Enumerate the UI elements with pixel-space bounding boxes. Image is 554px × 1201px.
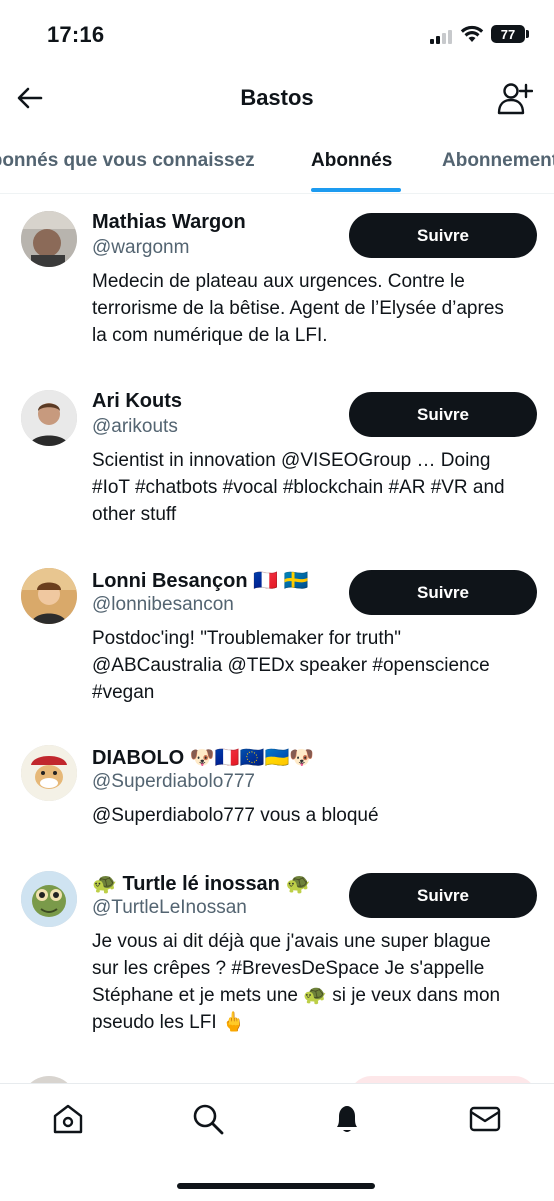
- avatar[interactable]: [21, 211, 77, 267]
- user-handle: @arikouts: [92, 416, 178, 437]
- tab-followers[interactable]: Abonnés: [311, 150, 392, 172]
- search-icon[interactable]: [191, 1102, 225, 1136]
- messages-icon[interactable]: [468, 1102, 502, 1136]
- user-handle: @lonnibesancon: [92, 594, 234, 615]
- follow-button[interactable]: Suivre: [349, 213, 537, 258]
- tab-followers-you-know[interactable]: Abonnés que vous connaissez: [0, 150, 255, 172]
- status-bar: 17:16 77: [0, 0, 554, 70]
- user-name: Mathias Wargon: [92, 211, 246, 233]
- user-bio: Scientist in innovation @VISEOGroup … Do…: [92, 450, 505, 525]
- follow-button[interactable]: Suivre: [349, 392, 537, 437]
- active-tab-indicator: [311, 188, 401, 192]
- user-bio: Je vous ai dit déjà que j'avais une supe…: [92, 931, 501, 1033]
- battery-level: 77: [500, 26, 516, 42]
- user-name: Lonni Besançon 🇫🇷 🇸🇪: [92, 570, 309, 592]
- wifi-icon: [460, 25, 484, 42]
- avatar[interactable]: [21, 745, 77, 801]
- status-time: 17:16: [47, 22, 105, 47]
- battery-tip: [526, 30, 529, 38]
- follow-button[interactable]: Suivre: [349, 570, 537, 615]
- user-name: DIABOLO 🐶🇫🇷🇪🇺🇺🇦🐶: [92, 747, 315, 769]
- user-bio: @Superdiabolo777 vous a bloqué: [92, 805, 379, 826]
- user-bio: Medecin de plateau aux urgences. Contre …: [92, 271, 504, 346]
- avatar[interactable]: [21, 568, 77, 624]
- user-handle: @Superdiabolo777: [92, 771, 255, 792]
- header: Bastos: [0, 70, 554, 130]
- next-row-peek: [0, 1070, 554, 1084]
- home-indicator: [177, 1183, 375, 1189]
- signal-icon: [430, 28, 456, 44]
- bottom-nav: [0, 1083, 554, 1201]
- tab-following[interactable]: Abonnements: [442, 150, 554, 172]
- notifications-icon[interactable]: [330, 1102, 364, 1136]
- battery-icon: 77: [491, 25, 525, 43]
- user-bio: Postdoc'ing! "Troublemaker for truth" @A…: [92, 628, 490, 703]
- add-user-icon[interactable]: [497, 82, 533, 116]
- user-name: 🐢 Turtle lé inossan 🐢: [92, 873, 311, 895]
- user-name: Ari Kouts: [92, 390, 182, 412]
- avatar[interactable]: [21, 390, 77, 446]
- user-handle: @TurtleLeInossan: [92, 897, 247, 918]
- page-title: Bastos: [240, 85, 314, 110]
- tab-bar: Abonnés que vous connaissez Abonnés Abon…: [0, 130, 554, 194]
- home-icon[interactable]: [51, 1102, 85, 1136]
- follow-button[interactable]: Suivre: [349, 873, 537, 918]
- user-handle: @wargonm: [92, 237, 190, 258]
- avatar[interactable]: [21, 871, 77, 927]
